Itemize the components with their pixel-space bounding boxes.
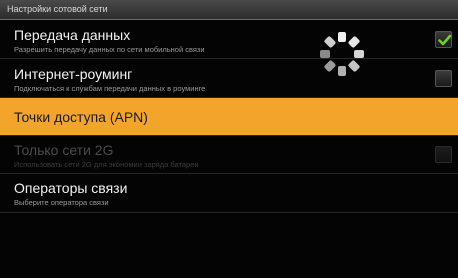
setting-label: Только сети 2G — [14, 142, 114, 158]
checkmark-icon — [438, 34, 452, 46]
divider — [0, 212, 458, 213]
setting-summary: Разрешить передачу данных по сети мобиль… — [14, 45, 205, 54]
setting-access-points-apn[interactable]: Точки доступа (APN) — [0, 98, 458, 135]
setting-label: Операторы связи — [14, 180, 128, 196]
setting-network-operators[interactable]: Операторы связи Выберите оператора связи — [0, 174, 458, 212]
cellular-settings-screen: Настройки сотовой сети Передача данных Р… — [0, 0, 458, 278]
setting-2g-only: Только сети 2G Использовать сети 2G для … — [0, 136, 458, 173]
window-title: Настройки сотовой сети — [7, 4, 108, 14]
setting-label: Интернет-роуминг — [14, 66, 133, 82]
loading-spinner-icon — [320, 32, 364, 76]
setting-data-transfer[interactable]: Передача данных Разрешить передачу данны… — [0, 20, 458, 58]
setting-label: Передача данных — [14, 27, 131, 43]
data-transfer-checkbox[interactable] — [435, 31, 452, 48]
setting-internet-roaming[interactable]: Интернет-роуминг Подключаться к службам … — [0, 59, 458, 97]
setting-summary: Подключаться к службам передачи данных в… — [14, 84, 206, 93]
2g-only-checkbox — [435, 146, 452, 163]
title-bar: Настройки сотовой сети — [0, 0, 458, 20]
setting-summary: Использовать сети 2G для экономии заряда… — [14, 160, 199, 169]
setting-summary: Выберите оператора связи — [14, 198, 109, 207]
roaming-checkbox[interactable] — [435, 70, 452, 87]
setting-label: Точки доступа (APN) — [14, 109, 148, 125]
